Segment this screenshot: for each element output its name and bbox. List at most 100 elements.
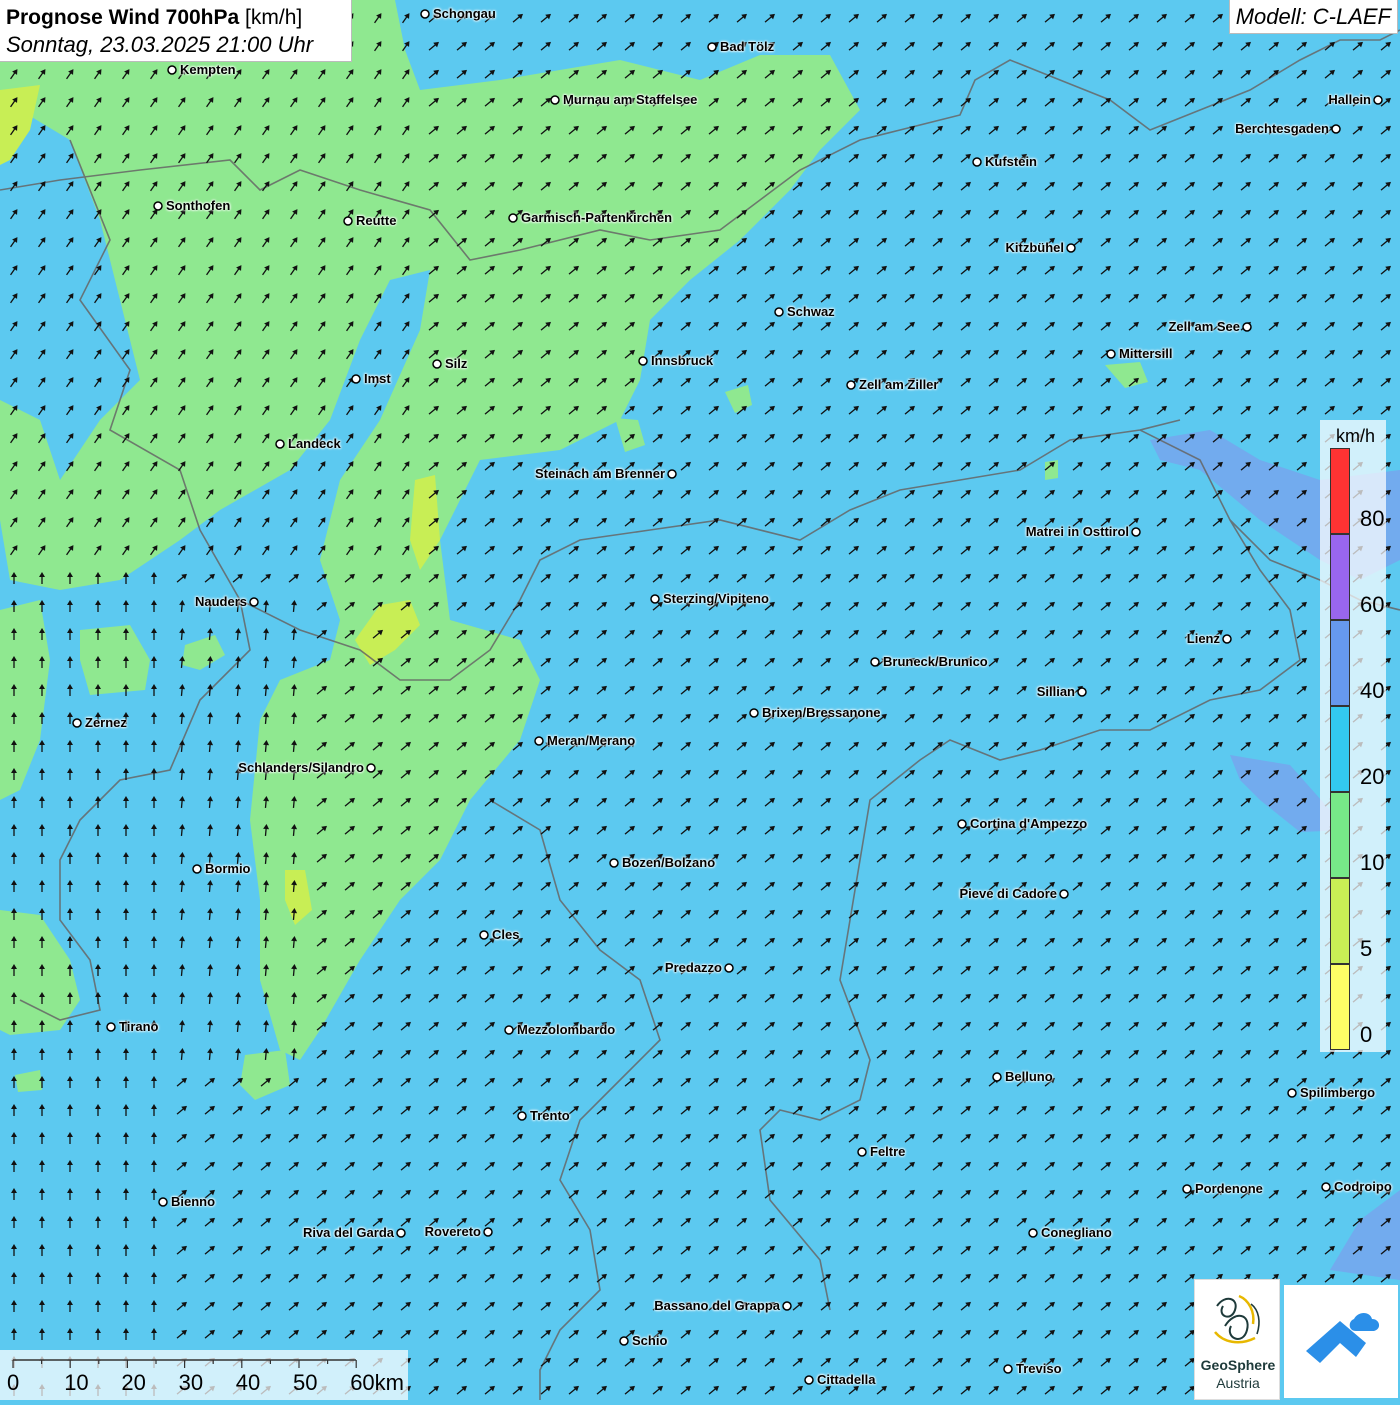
city-marker[interactable] [847, 381, 855, 389]
city-marker[interactable] [1223, 635, 1231, 643]
scale-label: 60km [350, 1370, 404, 1396]
city-marker[interactable] [708, 43, 716, 51]
city-marker[interactable] [805, 1376, 813, 1384]
city-marker[interactable] [73, 719, 81, 727]
city-marker[interactable] [397, 1229, 405, 1237]
geosphere-mark-icon [1195, 1280, 1281, 1360]
city-marker[interactable] [1183, 1185, 1191, 1193]
legend-label: 80 [1360, 506, 1384, 532]
scale-label: 50 [293, 1370, 317, 1396]
scale-label: 40 [236, 1370, 260, 1396]
city-label: Conegliano [1041, 1225, 1112, 1240]
city-marker[interactable] [154, 202, 162, 210]
scale-bar-ruler [0, 1350, 408, 1400]
city-label: Steinach am Brenner [535, 466, 665, 481]
city-marker[interactable] [421, 10, 429, 18]
city-label: Schwaz [787, 304, 835, 319]
city-marker[interactable] [639, 357, 647, 365]
city-marker[interactable] [1374, 96, 1382, 104]
city-label: Nauders [195, 594, 247, 609]
legend-label: 20 [1360, 764, 1384, 790]
city-label: Sillian [1037, 684, 1075, 699]
map-title: Prognose Wind 700hPa [6, 6, 239, 29]
city-marker[interactable] [871, 658, 879, 666]
legend-color-bar [1330, 448, 1350, 1050]
city-marker[interactable] [509, 214, 517, 222]
city-label: Bad Tölz [720, 39, 774, 54]
city-marker[interactable] [1243, 323, 1251, 331]
city-marker[interactable] [993, 1073, 1001, 1081]
city-label: Meran/Merano [547, 733, 635, 748]
color-legend: km/h 806040201050 [1320, 420, 1386, 1052]
legend-label: 5 [1360, 936, 1372, 962]
city-marker[interactable] [750, 709, 758, 717]
city-label: Pordenone [1195, 1181, 1263, 1196]
city-marker[interactable] [725, 964, 733, 972]
city-marker[interactable] [107, 1023, 115, 1031]
legend-segment [1330, 534, 1350, 620]
geosphere-logo[interactable]: GeoSphere Austria [1194, 1279, 1280, 1400]
city-marker[interactable] [775, 308, 783, 316]
city-marker[interactable] [1132, 528, 1140, 536]
city-marker[interactable] [668, 470, 676, 478]
city-marker[interactable] [1322, 1183, 1330, 1191]
city-label: Zell am See [1168, 319, 1240, 334]
scale-label: 10 [64, 1370, 88, 1396]
city-marker[interactable] [1288, 1089, 1296, 1097]
city-label: Bormio [205, 861, 251, 876]
city-label: Bozen/Bolzano [622, 855, 715, 870]
city-marker[interactable] [620, 1337, 628, 1345]
title-panel: Prognose Wind 700hPa [km/h] Sonntag, 23.… [0, 0, 352, 62]
city-marker[interactable] [958, 820, 966, 828]
city-marker[interactable] [518, 1112, 526, 1120]
city-label: Cortina d'Ampezzo [970, 816, 1087, 831]
city-marker[interactable] [367, 764, 375, 772]
wind-app-logo[interactable] [1284, 1285, 1398, 1398]
legend-label: 10 [1360, 850, 1384, 876]
city-marker[interactable] [193, 865, 201, 873]
geosphere-name: GeoSphere [1195, 1357, 1281, 1373]
scale-label: 30 [179, 1370, 203, 1396]
legend-segment [1330, 448, 1350, 534]
city-marker[interactable] [551, 96, 559, 104]
legend-label: 40 [1360, 678, 1384, 704]
city-marker[interactable] [1332, 125, 1340, 133]
scale-label: 0 [7, 1370, 19, 1396]
city-marker[interactable] [168, 66, 176, 74]
city-marker[interactable] [484, 1228, 492, 1236]
city-marker[interactable] [480, 931, 488, 939]
legend-label: 0 [1360, 1022, 1372, 1048]
city-marker[interactable] [535, 737, 543, 745]
city-marker[interactable] [858, 1148, 866, 1156]
city-marker[interactable] [1004, 1365, 1012, 1373]
city-marker[interactable] [276, 440, 284, 448]
city-marker[interactable] [1107, 350, 1115, 358]
city-label: Bienno [171, 1194, 215, 1209]
city-marker[interactable] [505, 1026, 513, 1034]
city-marker[interactable] [250, 598, 258, 606]
city-label: Tirano [119, 1019, 159, 1034]
city-marker[interactable] [1078, 688, 1086, 696]
city-label: Mezzolombardo [517, 1022, 615, 1037]
map-title-unit: [km/h] [245, 6, 302, 29]
city-marker[interactable] [1067, 244, 1075, 252]
forecast-datetime: Sonntag, 23.03.2025 21:00 Uhr [6, 32, 345, 58]
city-marker[interactable] [344, 217, 352, 225]
city-label: Berchtesgaden [1235, 121, 1329, 136]
city-marker[interactable] [610, 859, 618, 867]
city-label: Imst [364, 371, 391, 386]
city-marker[interactable] [1060, 890, 1068, 898]
city-marker[interactable] [433, 360, 441, 368]
city-marker[interactable] [783, 1302, 791, 1310]
city-marker[interactable] [352, 375, 360, 383]
city-marker[interactable] [1029, 1229, 1037, 1237]
city-marker[interactable] [973, 158, 981, 166]
city-label: Sonthofen [166, 198, 230, 213]
city-marker[interactable] [159, 1198, 167, 1206]
city-marker[interactable] [651, 595, 659, 603]
city-label: Pieve di Cadore [959, 886, 1057, 901]
city-label: Rovereto [425, 1224, 481, 1239]
city-label: Bassano del Grappa [654, 1298, 780, 1313]
city-label: Reutte [356, 213, 396, 228]
model-label: Modell: C-LAEF [1229, 0, 1398, 34]
